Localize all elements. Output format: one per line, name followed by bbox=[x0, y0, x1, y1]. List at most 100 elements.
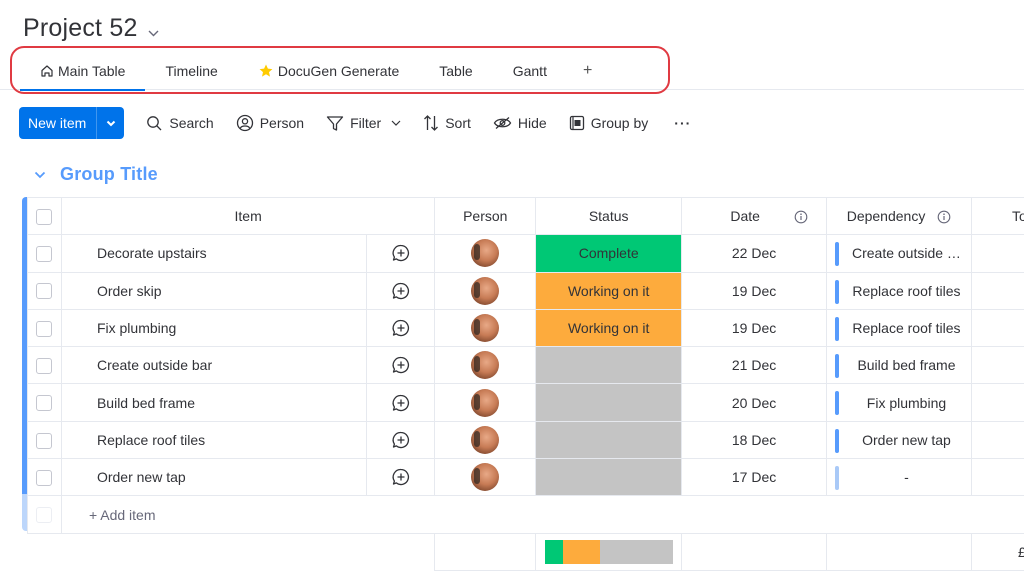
new-item-button[interactable]: New item bbox=[19, 107, 125, 139]
hide-button[interactable]: Hide bbox=[493, 115, 547, 131]
date-cell[interactable]: 20 Dec bbox=[681, 383, 827, 422]
new-item-dropdown[interactable] bbox=[96, 107, 124, 139]
table-row[interactable]: Build bed frame 20 Dec Fix plumbing bbox=[27, 383, 1024, 422]
table-row[interactable]: Order skip Working on it 19 Dec Replace roo… bbox=[27, 271, 1024, 310]
group-by-button[interactable]: Group by bbox=[569, 115, 648, 131]
updates-cell[interactable] bbox=[366, 234, 436, 273]
status-cell[interactable]: Complete bbox=[535, 234, 683, 273]
status-cell[interactable] bbox=[535, 383, 683, 422]
add-update-icon[interactable] bbox=[391, 393, 411, 413]
chevron-down-icon[interactable] bbox=[34, 171, 46, 179]
person-filter-button[interactable]: Person bbox=[236, 114, 304, 132]
row-checkbox[interactable] bbox=[36, 357, 53, 374]
dependency-cell[interactable]: Create outside … bbox=[825, 234, 972, 273]
date-cell[interactable]: 19 Dec bbox=[681, 271, 827, 310]
column-header-date[interactable]: Date bbox=[681, 196, 827, 236]
more-options-button[interactable]: ··· bbox=[674, 115, 691, 131]
add-update-icon[interactable] bbox=[391, 467, 411, 487]
avatar[interactable] bbox=[471, 425, 500, 454]
person-cell[interactable] bbox=[434, 420, 537, 460]
status-cell[interactable] bbox=[535, 346, 683, 385]
table-row[interactable]: Create outside bar 21 Dec Build bed frame bbox=[27, 346, 1024, 385]
status-cell[interactable] bbox=[535, 420, 683, 460]
group-title[interactable]: Group Title bbox=[60, 164, 158, 185]
column-header-status[interactable]: Status bbox=[535, 196, 683, 236]
add-update-icon[interactable] bbox=[391, 355, 411, 375]
date-cell[interactable]: 17 Dec bbox=[681, 458, 827, 497]
search-button[interactable]: Search bbox=[146, 115, 214, 132]
item-cell[interactable]: Order new tap bbox=[60, 458, 368, 497]
updates-cell[interactable] bbox=[366, 271, 436, 310]
person-cell[interactable] bbox=[434, 308, 537, 348]
row-checkbox[interactable] bbox=[36, 320, 53, 337]
avatar[interactable] bbox=[471, 388, 500, 417]
table-row[interactable]: Order new tap 17 Dec - bbox=[27, 458, 1024, 497]
status-cell[interactable]: Working on it bbox=[535, 308, 683, 348]
column-header-item[interactable]: Item bbox=[60, 196, 436, 236]
avatar[interactable] bbox=[471, 314, 500, 343]
total-cell[interactable] bbox=[970, 234, 1024, 273]
summary-status-cell[interactable] bbox=[535, 532, 683, 571]
date-cell[interactable]: 18 Dec bbox=[681, 420, 827, 460]
add-item-button[interactable]: + Add item bbox=[60, 495, 1024, 534]
status-cell[interactable]: Working on it bbox=[535, 271, 683, 310]
table-row[interactable]: Decorate upstairs Complete 22 Dec Create ou… bbox=[27, 234, 1024, 273]
avatar[interactable] bbox=[471, 463, 500, 492]
person-cell[interactable] bbox=[434, 271, 537, 310]
avatar[interactable] bbox=[471, 351, 500, 380]
dependency-cell[interactable]: - bbox=[825, 458, 972, 497]
add-update-icon[interactable] bbox=[391, 243, 411, 263]
row-checkbox[interactable] bbox=[36, 283, 53, 300]
total-cell[interactable] bbox=[970, 383, 1024, 422]
dependency-cell[interactable]: Fix plumbing bbox=[825, 383, 972, 422]
updates-cell[interactable] bbox=[366, 458, 436, 497]
table-row[interactable]: Fix plumbing Working on it 19 Dec Replace r… bbox=[27, 308, 1024, 348]
total-cell[interactable] bbox=[970, 458, 1024, 497]
chevron-down-icon[interactable] bbox=[148, 24, 159, 36]
item-cell[interactable]: Order skip bbox=[60, 271, 368, 310]
column-header-person[interactable]: Person bbox=[434, 196, 537, 236]
row-checkbox[interactable] bbox=[36, 246, 53, 263]
total-cell[interactable] bbox=[970, 346, 1024, 385]
row-checkbox[interactable] bbox=[36, 469, 53, 486]
person-cell[interactable] bbox=[434, 234, 537, 273]
person-cell[interactable] bbox=[434, 346, 537, 385]
avatar[interactable] bbox=[471, 239, 500, 268]
info-icon[interactable] bbox=[937, 210, 951, 224]
item-cell[interactable]: Build bed frame bbox=[60, 383, 368, 422]
status-summary-bar[interactable] bbox=[544, 539, 673, 564]
dependency-cell[interactable]: Replace roof tiles bbox=[825, 271, 972, 310]
person-cell[interactable] bbox=[434, 458, 537, 497]
item-cell[interactable]: Fix plumbing bbox=[60, 308, 368, 348]
select-all-checkbox[interactable] bbox=[36, 208, 53, 225]
dependency-cell[interactable]: Build bed frame bbox=[825, 346, 972, 385]
add-update-icon[interactable] bbox=[391, 281, 411, 301]
date-cell[interactable]: 21 Dec bbox=[681, 346, 827, 385]
total-cell[interactable] bbox=[970, 420, 1024, 460]
column-header-total[interactable]: To bbox=[970, 196, 1024, 236]
updates-cell[interactable] bbox=[366, 308, 436, 348]
sort-button[interactable]: Sort bbox=[423, 114, 471, 132]
item-cell[interactable]: Create outside bar bbox=[60, 346, 368, 385]
info-icon[interactable] bbox=[794, 210, 808, 224]
status-cell[interactable] bbox=[535, 458, 683, 497]
date-cell[interactable]: 22 Dec bbox=[681, 234, 827, 273]
page-title[interactable]: Project 52 bbox=[23, 14, 138, 43]
total-cell[interactable] bbox=[970, 271, 1024, 310]
item-cell[interactable]: Decorate upstairs bbox=[60, 234, 368, 273]
add-update-icon[interactable] bbox=[391, 430, 411, 450]
updates-cell[interactable] bbox=[366, 346, 436, 385]
add-update-icon[interactable] bbox=[391, 318, 411, 338]
updates-cell[interactable] bbox=[366, 420, 436, 460]
column-header-dependency[interactable]: Dependency bbox=[825, 196, 972, 236]
person-cell[interactable] bbox=[434, 383, 537, 422]
filter-button[interactable]: Filter bbox=[326, 115, 401, 132]
dependency-cell[interactable]: Order new tap bbox=[825, 420, 972, 460]
avatar[interactable] bbox=[471, 276, 500, 305]
table-row[interactable]: Replace roof tiles 18 Dec Order new tap bbox=[27, 420, 1024, 460]
total-cell[interactable] bbox=[970, 308, 1024, 348]
updates-cell[interactable] bbox=[366, 383, 436, 422]
date-cell[interactable]: 19 Dec bbox=[681, 308, 827, 348]
row-checkbox[interactable] bbox=[36, 432, 53, 449]
dependency-cell[interactable]: Replace roof tiles bbox=[825, 308, 972, 348]
